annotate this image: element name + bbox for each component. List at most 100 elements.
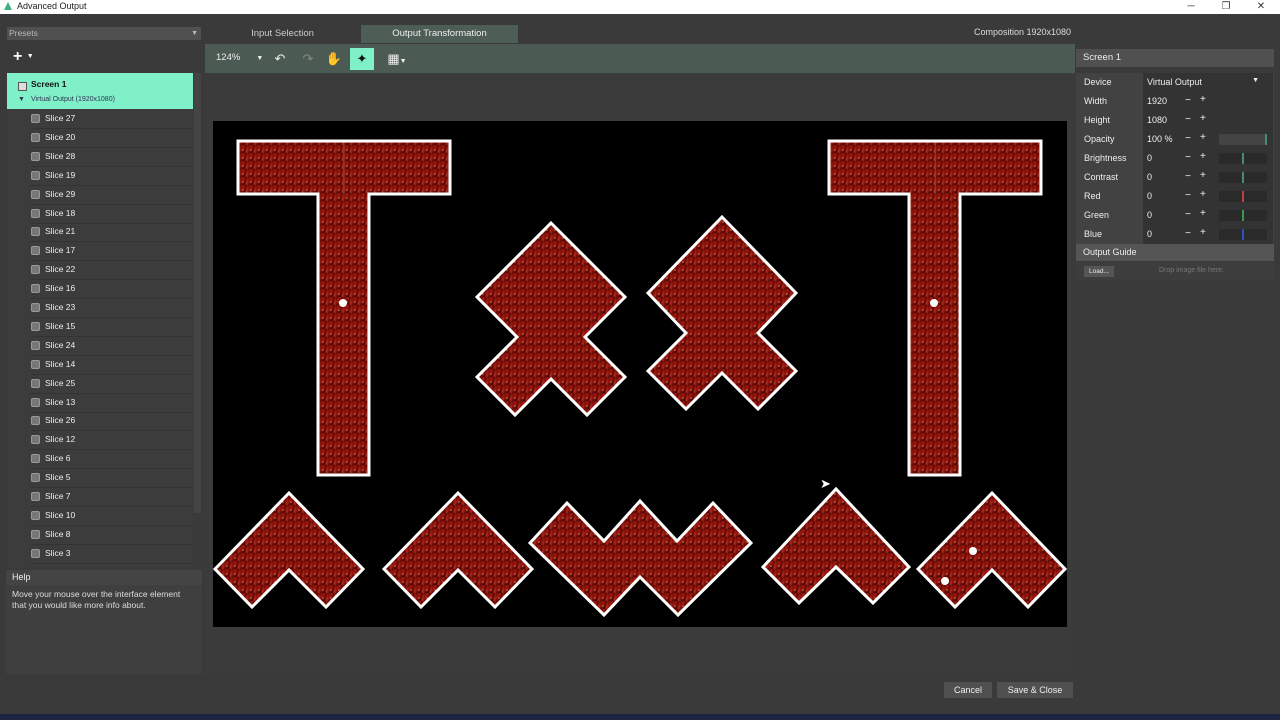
red-increment-button[interactable]: +	[1200, 189, 1206, 200]
save-close-button[interactable]: Save & Close	[997, 682, 1073, 698]
contrast-decrement-button[interactable]: −	[1185, 171, 1191, 182]
slice-checkbox[interactable]	[31, 151, 40, 161]
contrast-slider[interactable]	[1219, 172, 1267, 183]
zoom-dropdown[interactable]: 124% ▼	[216, 52, 263, 63]
slice-checkbox[interactable]	[31, 246, 40, 256]
contrast-increment-button[interactable]: +	[1200, 170, 1206, 181]
blue-slider[interactable]	[1219, 229, 1267, 240]
pin-snap-icon[interactable]: ✦	[350, 48, 374, 70]
width-increment-button[interactable]: +	[1200, 94, 1206, 105]
slice-item[interactable]: Slice 28	[31, 147, 193, 167]
slice-checkbox[interactable]	[31, 284, 40, 294]
slider-handle[interactable]	[1242, 153, 1244, 164]
slice-checkbox[interactable]	[31, 548, 40, 558]
slider-handle[interactable]	[1265, 134, 1267, 145]
slice-item[interactable]: Slice 18	[31, 204, 193, 224]
slice-item[interactable]: Slice 7	[31, 487, 193, 507]
slice-shape[interactable]	[213, 490, 366, 610]
green-field[interactable]: 0 − +	[1143, 206, 1273, 225]
slice-item[interactable]: Slice 13	[31, 393, 193, 413]
slice-shape[interactable]	[474, 220, 628, 418]
grid-icon[interactable]: ▦▼	[382, 48, 412, 70]
red-slider[interactable]	[1219, 191, 1267, 202]
expand-triangle-icon[interactable]: ▼	[18, 96, 25, 103]
slice-checkbox[interactable]	[31, 473, 40, 483]
slice-item[interactable]: Slice 27	[31, 109, 193, 129]
output-canvas[interactable]: ➤	[213, 121, 1067, 627]
slice-item[interactable]: Slice 14	[31, 355, 193, 375]
opacity-field[interactable]: 100 % − +	[1143, 130, 1273, 149]
slice-checkbox[interactable]	[31, 454, 40, 464]
slice-item[interactable]: Slice 29	[31, 185, 193, 205]
slice-shape[interactable]	[645, 214, 799, 412]
slider-handle[interactable]	[1242, 229, 1244, 240]
slice-item[interactable]: Slice 25	[31, 374, 193, 394]
slice-item[interactable]: Slice 24	[31, 336, 193, 356]
slice-item[interactable]: Slice 23	[31, 298, 193, 318]
load-button[interactable]: Load...	[1084, 266, 1114, 277]
green-slider[interactable]	[1219, 210, 1267, 221]
red-value[interactable]: 0	[1147, 191, 1152, 201]
opacity-increment-button[interactable]: +	[1200, 132, 1206, 143]
slice-item[interactable]: Slice 21	[31, 222, 193, 243]
width-field[interactable]: 1920 − +	[1143, 92, 1273, 111]
slice-checkbox[interactable]	[31, 321, 40, 331]
screen-item[interactable]: Screen 1 ▼ Virtual Output (1920x1080)	[7, 73, 193, 109]
slice-item[interactable]: Slice 3	[31, 544, 193, 564]
slice-checkbox[interactable]	[31, 303, 40, 312]
contrast-value[interactable]: 0	[1147, 172, 1152, 182]
undo-icon[interactable]: ↶	[268, 48, 292, 70]
add-button[interactable]: + ▼	[13, 48, 39, 66]
slider-handle[interactable]	[1242, 210, 1244, 221]
slice-checkbox[interactable]	[31, 265, 40, 275]
slice-item[interactable]: Slice 6	[31, 449, 193, 470]
slice-item[interactable]: Slice 5	[31, 468, 193, 489]
height-increment-button[interactable]: +	[1200, 113, 1206, 124]
slider-handle[interactable]	[1242, 191, 1244, 202]
restore-button[interactable]: ❐	[1209, 0, 1243, 14]
width-decrement-button[interactable]: −	[1185, 95, 1191, 106]
green-value[interactable]: 0	[1147, 210, 1152, 220]
layer-scrollbar[interactable]	[194, 73, 201, 513]
slice-checkbox[interactable]	[31, 359, 40, 369]
slice-item[interactable]: Slice 26	[31, 411, 193, 432]
slice-item[interactable]: Slice 22	[31, 260, 193, 281]
blue-increment-button[interactable]: +	[1200, 227, 1206, 238]
height-decrement-button[interactable]: −	[1185, 114, 1191, 125]
contrast-field[interactable]: 0 − +	[1143, 168, 1273, 187]
red-field[interactable]: 0 − +	[1143, 187, 1273, 206]
height-value[interactable]: 1080	[1147, 115, 1167, 125]
screen-checkbox[interactable]	[18, 82, 27, 91]
width-value[interactable]: 1920	[1147, 96, 1167, 106]
slice-item[interactable]: Slice 10	[31, 506, 193, 526]
opacity-slider[interactable]	[1219, 134, 1267, 145]
blue-value[interactable]: 0	[1147, 229, 1152, 239]
slice-checkbox[interactable]	[31, 340, 40, 350]
brightness-value[interactable]: 0	[1147, 153, 1152, 163]
pan-hand-icon[interactable]: ✋	[322, 48, 346, 70]
minimize-button[interactable]: ─	[1174, 0, 1208, 14]
slice-item[interactable]: Slice 12	[31, 430, 193, 451]
brightness-field[interactable]: 0 − +	[1143, 149, 1273, 168]
brightness-slider[interactable]	[1219, 153, 1267, 164]
slice-shape[interactable]	[760, 486, 912, 606]
slice-item[interactable]: Slice 8	[31, 525, 193, 545]
slice-checkbox[interactable]	[31, 208, 40, 218]
slice-shape[interactable]	[381, 490, 535, 610]
slice-item[interactable]: Slice 17	[31, 241, 193, 262]
slice-item[interactable]: Slice 20	[31, 128, 193, 148]
blue-field[interactable]: 0 − +	[1143, 225, 1273, 244]
slice-item[interactable]: Slice 16	[31, 279, 193, 300]
close-button[interactable]: ✕	[1244, 0, 1278, 14]
height-field[interactable]: 1080 − +	[1143, 111, 1273, 130]
redo-icon[interactable]: ↷	[296, 48, 320, 70]
slice-shape[interactable]	[527, 498, 754, 618]
tab-input-selection[interactable]: Input Selection	[205, 25, 360, 43]
presets-dropdown[interactable]: Presets ▼	[7, 27, 201, 40]
opacity-decrement-button[interactable]: −	[1185, 133, 1191, 144]
slice-checkbox[interactable]	[31, 397, 40, 407]
cancel-button[interactable]: Cancel	[944, 682, 992, 698]
slice-item[interactable]: Slice 19	[31, 166, 193, 186]
drop-zone[interactable]: Drop image file here.	[1159, 267, 1224, 274]
red-decrement-button[interactable]: −	[1185, 190, 1191, 201]
